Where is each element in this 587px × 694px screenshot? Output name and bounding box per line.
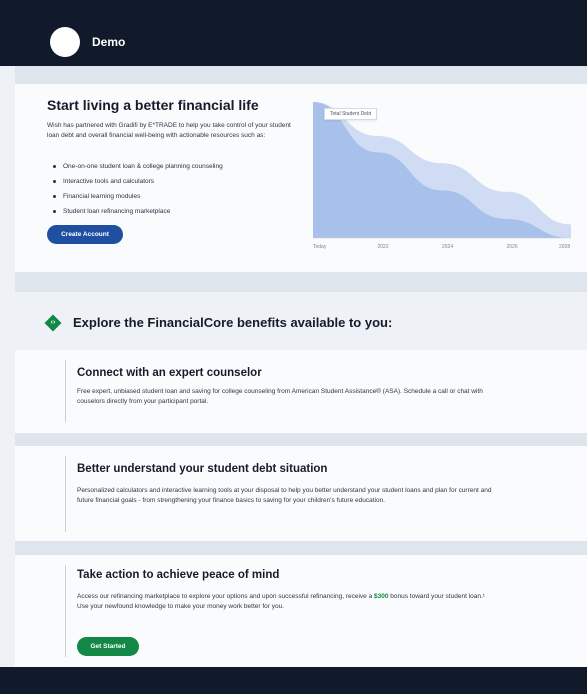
divider-band — [15, 66, 587, 84]
chart-x-axis: Today 2022 2024 2026 2028 — [313, 244, 571, 254]
hero-intro: Wish has partnered with Gradifi by E*TRA… — [47, 122, 291, 139]
card-title: Connect with an expert counselor — [77, 367, 262, 379]
divider-band — [15, 433, 587, 446]
card-accent-line — [65, 360, 66, 422]
brand-name: Demo — [92, 35, 126, 49]
divider-band — [15, 272, 587, 292]
card-title: Take action to achieve peace of mind — [77, 569, 280, 581]
section-title: Explore the FinancialCore benefits avail… — [73, 315, 393, 330]
benefit-card-action: Take action to achieve peace of mind Acc… — [15, 555, 587, 667]
benefit-card-counselor: Connect with an expert counselor Free ex… — [15, 350, 587, 433]
student-debt-chart — [313, 102, 571, 239]
x-tick-label: Today — [313, 244, 327, 250]
get-started-button[interactable]: Get Started — [77, 637, 139, 656]
footer-bar — [0, 667, 587, 694]
bonus-amount: $300 — [374, 593, 389, 600]
divider-band — [15, 541, 587, 555]
body-text: Access our refinancing marketplace to ex… — [77, 593, 374, 600]
card-accent-line — [65, 565, 66, 657]
chart-tooltip: Total Student Debt — [324, 108, 378, 120]
card-body: Free expert, unbiased student loan and s… — [77, 388, 483, 405]
logo-icon[interactable] — [50, 27, 80, 57]
card-body: Access our refinancing marketplace to ex… — [77, 592, 497, 612]
list-item: Financial learning modules — [51, 189, 223, 204]
hero-title: Start living a better financial life — [47, 97, 259, 113]
list-item: One-on-one student loan & college planni… — [51, 159, 223, 174]
x-tick-label: 2022 — [377, 244, 389, 250]
list-item: Interactive tools and calculators — [51, 174, 223, 189]
x-tick-label: 2024 — [442, 244, 454, 250]
create-account-button[interactable]: Create Account — [47, 225, 123, 244]
card-accent-line — [65, 456, 66, 532]
card-title: Better understand your student debt situ… — [77, 463, 328, 475]
hero-card: Start living a better financial life Wis… — [15, 84, 587, 272]
benefit-list: One-on-one student loan & college planni… — [51, 159, 223, 219]
benefit-card-debt: Better understand your student debt situ… — [15, 446, 587, 541]
list-item: Student loan refinancing marketplace — [51, 204, 223, 219]
x-tick-label: 2026 — [506, 244, 518, 250]
arrows-icon: ‹› — [50, 319, 56, 326]
top-bar: Demo — [0, 0, 587, 66]
x-tick-label: 2028 — [559, 244, 571, 250]
card-body: Personalized calculators and interactive… — [77, 487, 492, 504]
